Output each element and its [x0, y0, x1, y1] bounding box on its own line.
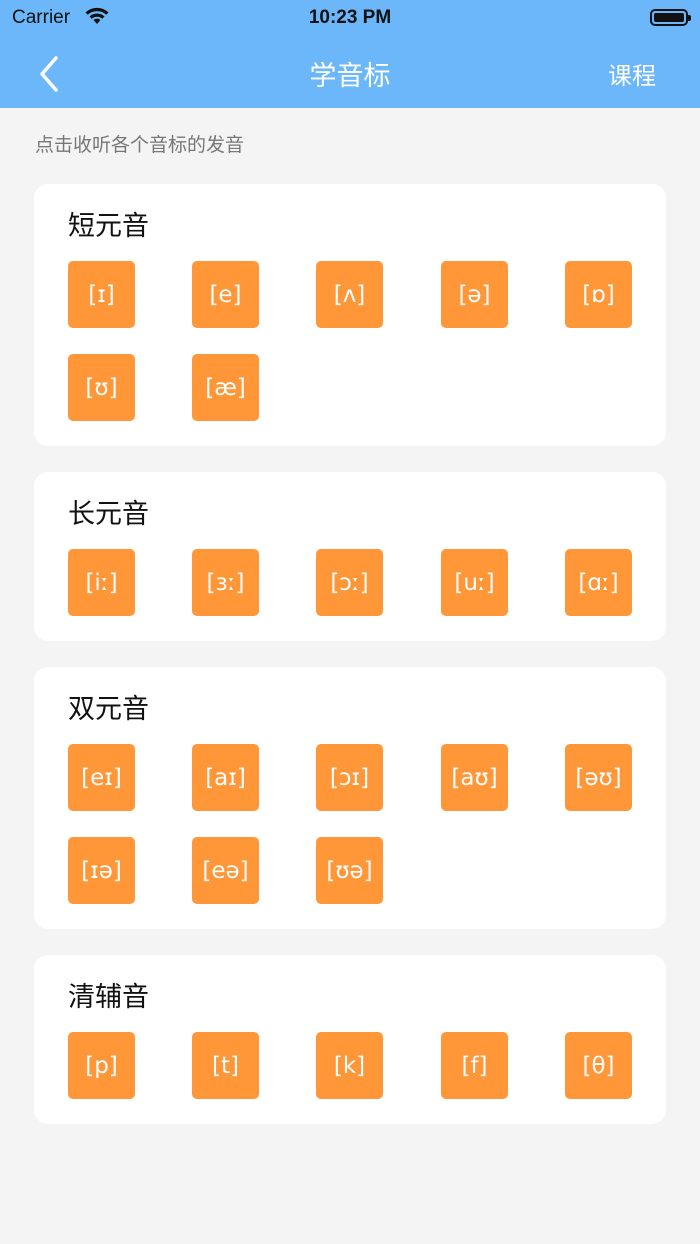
status-time: 10:23 PM — [308, 7, 392, 28]
phonetic-button[interactable]: [ɔɪ] — [316, 744, 383, 811]
phonetic-button[interactable]: [ɒ] — [565, 261, 632, 328]
section-title: 短元音 — [68, 211, 149, 242]
phonetic-button[interactable]: [ə] — [441, 261, 508, 328]
section-card: 双元音 [eɪ] [aɪ] [ɔɪ] [aʊ] [əʊ] [ɪə] [eə] [ʊə] — [34, 667, 666, 929]
phonetic-button[interactable]: [aɪ] — [192, 744, 259, 811]
phonetic-button[interactable]: [æ] — [192, 354, 259, 421]
hint-text: 点击收听各个音标的发音 — [35, 134, 245, 156]
phonetic-button[interactable]: [p] — [68, 1032, 135, 1099]
phonetic-button[interactable]: [t] — [192, 1032, 259, 1099]
phonetic-button[interactable]: [ʌ] — [316, 261, 383, 328]
page-title: 学音标 — [309, 61, 391, 92]
phonetic-button[interactable]: [θ] — [565, 1032, 632, 1099]
phonetic-button[interactable]: [iː] — [68, 549, 135, 616]
phonetic-button[interactable]: [e] — [192, 261, 259, 328]
phonetic-button[interactable]: [k] — [316, 1032, 383, 1099]
phonetic-button[interactable]: [eɪ] — [68, 744, 135, 811]
section-title: 长元音 — [68, 499, 149, 530]
course-button[interactable]: 课程 — [608, 56, 656, 91]
phonetic-button[interactable]: [ɑː] — [565, 549, 632, 616]
section-card: 清辅音 [p] [t] [k] [f] [θ] — [34, 955, 666, 1124]
phonetic-button[interactable]: [ɪ] — [68, 261, 135, 328]
phonetic-button[interactable]: [əʊ] — [565, 744, 632, 811]
phonetic-button[interactable]: [uː] — [441, 549, 508, 616]
phonetic-button[interactable]: [eə] — [192, 837, 259, 904]
phonetic-button[interactable]: [ɜː] — [192, 549, 259, 616]
section-card: 短元音 [ɪ] [e] [ʌ] [ə] [ɒ] [ʊ] [æ] — [34, 184, 666, 446]
phonetic-button[interactable]: [aʊ] — [441, 744, 508, 811]
bottom-blank-area — [0, 1142, 700, 1244]
battery-icon — [650, 9, 691, 26]
section-title: 双元音 — [68, 694, 149, 725]
phonetic-button[interactable]: [ʊə] — [316, 837, 383, 904]
phonetic-button[interactable]: [ɔː] — [316, 549, 383, 616]
nav-bar: Carrier 10:23 PM 学音标 课程 — [0, 0, 700, 108]
phonetic-button[interactable]: [ʊ] — [68, 354, 135, 421]
phonetic-button[interactable]: [ɪə] — [68, 837, 135, 904]
phonetics-list[interactable]: 短元音 [ɪ] [e] [ʌ] [ə] [ɒ] [ʊ] [æ] 长元音 [iː] [ɜː] [ɔː] [… — [0, 170, 700, 1142]
status-bar: Carrier 10:23 PM — [0, 0, 700, 36]
section-card: 长元音 [iː] [ɜː] [ɔː] [uː] [ɑː] — [34, 472, 666, 641]
section-title: 清辅音 — [68, 982, 149, 1013]
phonetic-button[interactable]: [f] — [441, 1032, 508, 1099]
